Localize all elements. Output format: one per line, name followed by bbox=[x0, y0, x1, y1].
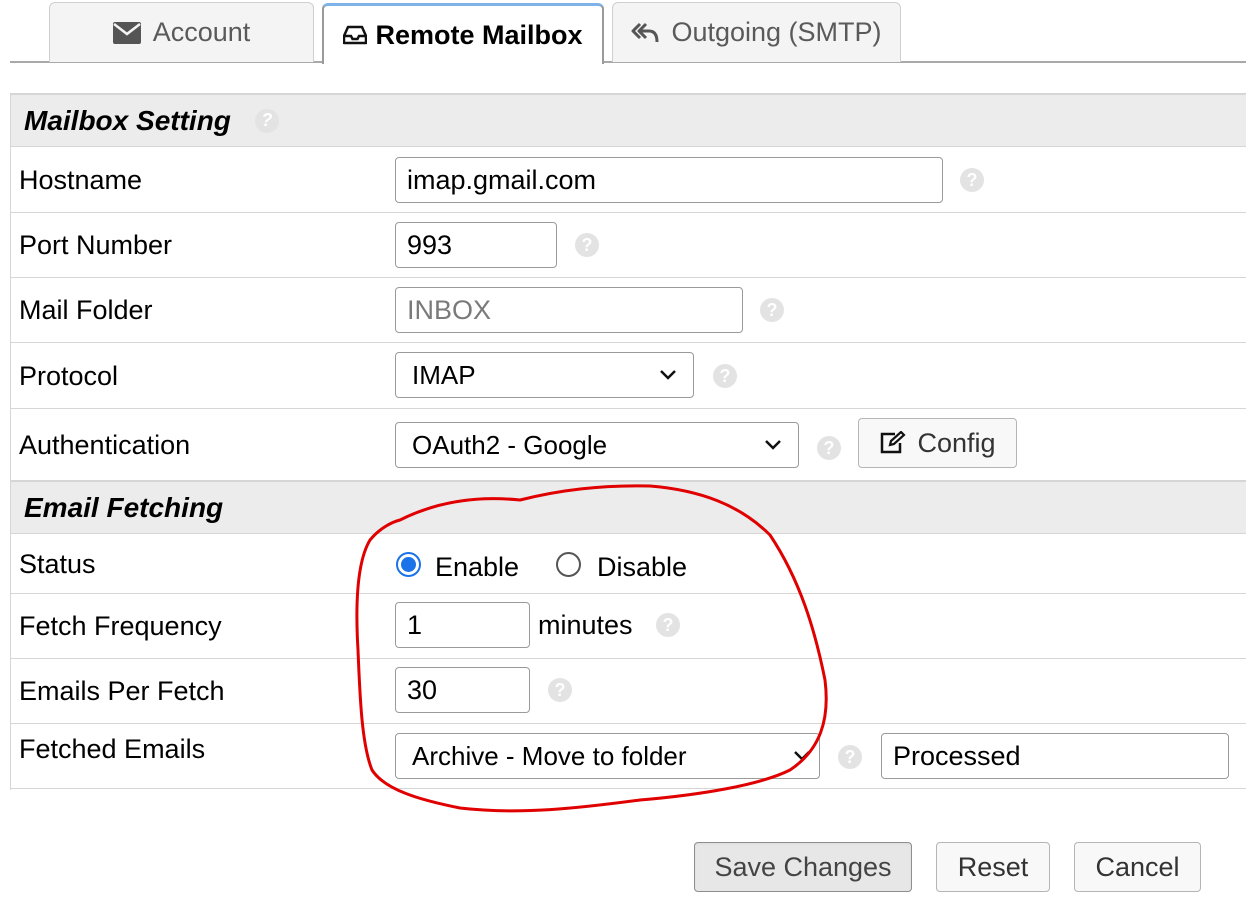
protocol-label: Protocol bbox=[19, 361, 119, 391]
chevron-down-icon bbox=[660, 370, 676, 380]
enable-radio[interactable] bbox=[396, 552, 421, 577]
help-icon[interactable]: ? bbox=[960, 168, 984, 192]
section-title: Email Fetching bbox=[24, 491, 224, 523]
chevron-down-icon bbox=[794, 751, 810, 761]
form-row-fetched-emails: Fetched Emails Archive - Move to folder … bbox=[10, 724, 1246, 789]
fetched-emails-select[interactable]: Archive - Move to folder bbox=[395, 733, 820, 779]
help-icon[interactable]: ? bbox=[548, 678, 572, 702]
fetch-frequency-unit: minutes bbox=[538, 610, 633, 640]
form-left-border bbox=[10, 93, 11, 790]
reset-button[interactable]: Reset bbox=[936, 842, 1050, 892]
mail-folder-label: Mail Folder bbox=[19, 295, 153, 325]
tab-account[interactable]: Account bbox=[49, 2, 314, 62]
section-header-email-fetching: Email Fetching bbox=[10, 480, 1246, 534]
edit-icon bbox=[881, 431, 907, 454]
form-row-fetch-frequency: Fetch Frequency 1 minutes ? bbox=[10, 594, 1246, 659]
hostname-input[interactable]: imap.gmail.com bbox=[395, 157, 943, 203]
port-input[interactable]: 993 bbox=[395, 222, 557, 268]
tab-label: Account bbox=[152, 17, 251, 47]
help-icon[interactable]: ? bbox=[254, 108, 279, 133]
emails-per-fetch-label: Emails Per Fetch bbox=[19, 676, 225, 706]
reply-all-icon bbox=[631, 22, 659, 44]
authentication-label: Authentication bbox=[19, 430, 191, 460]
chevron-down-icon bbox=[765, 440, 781, 450]
form-row-protocol: Protocol IMAP ? bbox=[10, 343, 1246, 409]
archive-folder-input[interactable]: Processed bbox=[881, 733, 1229, 779]
authentication-select[interactable]: OAuth2 - Google bbox=[395, 422, 799, 468]
enable-label[interactable]: Enable bbox=[435, 552, 519, 583]
form-row-port: Port Number 993 ? bbox=[10, 213, 1246, 278]
fetched-emails-selected: Archive - Move to folder bbox=[412, 740, 687, 771]
tab-bar: Account Remote Mailbox Outgoing (SMTP) bbox=[0, 0, 1246, 64]
help-icon[interactable]: ? bbox=[656, 613, 680, 637]
hostname-label: Hostname bbox=[19, 165, 143, 195]
help-icon[interactable]: ? bbox=[838, 745, 862, 769]
form-row-status: Status Enable Disable bbox=[10, 535, 1246, 594]
help-icon[interactable]: ? bbox=[575, 233, 599, 257]
form-row-authentication: Authentication OAuth2 - Google ? Config bbox=[10, 409, 1246, 480]
protocol-selected: IMAP bbox=[412, 359, 476, 390]
save-changes-button[interactable]: Save Changes bbox=[694, 842, 912, 892]
fetched-emails-label: Fetched Emails bbox=[19, 734, 206, 764]
form-row-hostname: Hostname imap.gmail.com ? bbox=[10, 148, 1246, 213]
emails-per-fetch-input[interactable]: 30 bbox=[395, 667, 530, 713]
section-title: Mailbox Setting bbox=[24, 104, 231, 136]
inbox-icon bbox=[343, 25, 368, 45]
help-icon[interactable]: ? bbox=[760, 298, 784, 322]
help-icon[interactable]: ? bbox=[817, 436, 841, 460]
form-row-mail-folder: Mail Folder INBOX ? bbox=[10, 278, 1246, 343]
protocol-select[interactable]: IMAP bbox=[395, 352, 694, 398]
authentication-selected: OAuth2 - Google bbox=[412, 429, 608, 460]
envelope-icon bbox=[112, 21, 141, 44]
tab-label: Remote Mailbox bbox=[375, 19, 583, 50]
port-label: Port Number bbox=[19, 230, 173, 260]
section-header-mailbox-setting: Mailbox Setting ? bbox=[10, 93, 1246, 147]
form-row-emails-per-fetch: Emails Per Fetch 30 ? bbox=[10, 659, 1246, 724]
help-icon[interactable]: ? bbox=[713, 364, 737, 388]
disable-label[interactable]: Disable bbox=[597, 552, 687, 583]
status-label: Status bbox=[19, 549, 96, 579]
mail-folder-input[interactable]: INBOX bbox=[395, 287, 743, 333]
config-label: Config bbox=[917, 427, 996, 458]
cancel-button[interactable]: Cancel bbox=[1074, 842, 1201, 892]
fetch-frequency-input[interactable]: 1 bbox=[395, 602, 530, 648]
tab-label: Outgoing (SMTP) bbox=[671, 17, 882, 47]
fetch-frequency-label: Fetch Frequency bbox=[19, 611, 222, 641]
tab-outgoing-smtp[interactable]: Outgoing (SMTP) bbox=[612, 2, 901, 62]
tab-remote-mailbox[interactable]: Remote Mailbox bbox=[322, 3, 604, 64]
config-button[interactable]: Config bbox=[858, 418, 1017, 468]
disable-radio[interactable] bbox=[556, 552, 581, 577]
